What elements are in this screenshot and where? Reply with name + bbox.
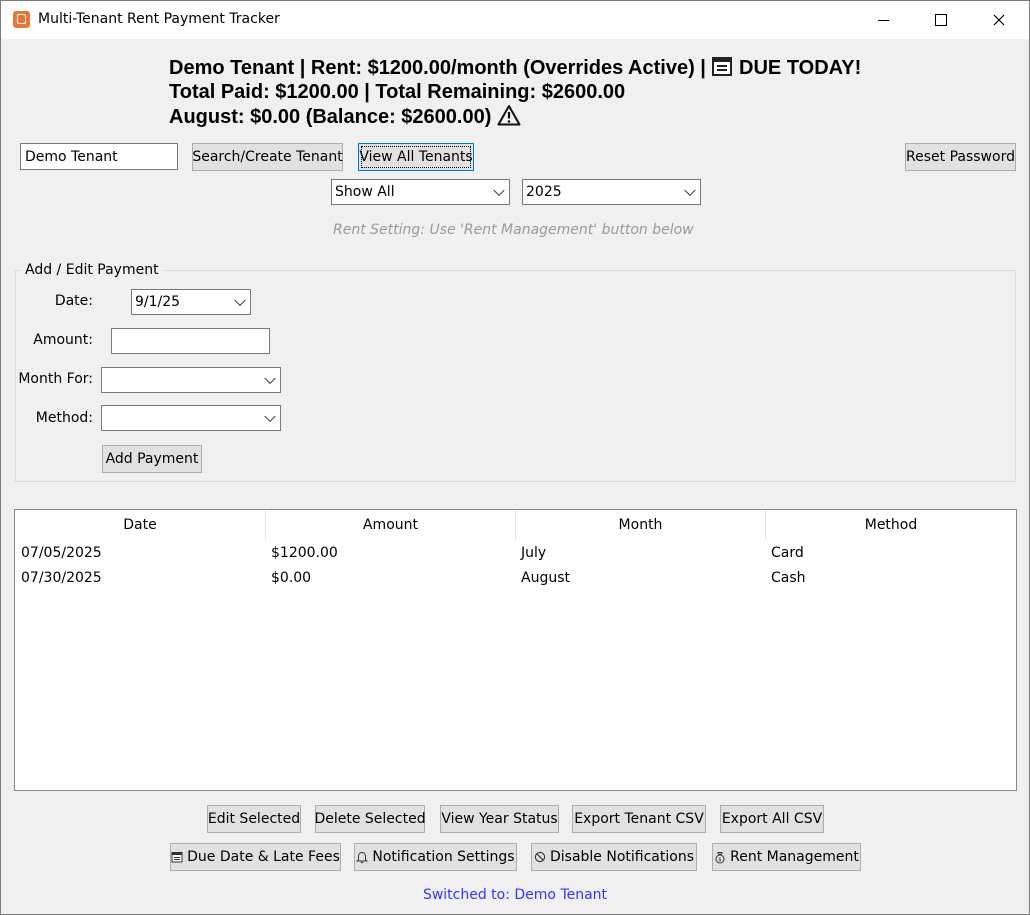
summary-line-rent: Demo Tenant | Rent: $1200.00/month (Over… <box>169 55 861 80</box>
app-logo-icon <box>13 11 30 28</box>
month-for-label: Month For: <box>18 371 93 387</box>
year-select[interactable]: 2025 <box>522 179 701 205</box>
calendar-icon <box>171 852 183 863</box>
warning-icon <box>497 105 521 126</box>
minimize-button[interactable] <box>854 1 912 39</box>
rent-summary-text: Demo Tenant | Rent: $1200.00/month (Over… <box>169 57 706 79</box>
date-label: Date: <box>54 293 93 309</box>
disable-notifications-button[interactable]: Disable Notifications <box>531 843 697 871</box>
month-for-select[interactable] <box>101 367 281 393</box>
cell-date: 07/05/2025 <box>21 544 102 561</box>
svg-text:$: $ <box>718 857 722 863</box>
search-create-tenant-button[interactable]: Search/Create Tenant <box>192 143 343 171</box>
summary-line-month: August: $0.00 (Balance: $2600.00) <box>169 104 861 129</box>
cell-month: July <box>521 544 547 561</box>
cell-amount: $0.00 <box>271 569 312 586</box>
cell-amount: $1200.00 <box>271 544 338 561</box>
column-header-amount[interactable]: Amount <box>266 510 516 540</box>
amount-label: Amount: <box>33 332 93 348</box>
month-balance-text: August: $0.00 (Balance: $2600.00) <box>169 106 492 128</box>
table-row[interactable]: 07/30/2025 $0.00 August Cash <box>15 565 1016 590</box>
add-payment-button[interactable]: Add Payment <box>102 445 202 473</box>
disable-notifications-label: Disable Notifications <box>549 849 694 865</box>
window-title: Multi-Tenant Rent Payment Tracker <box>38 11 280 27</box>
calendar-icon <box>712 57 733 76</box>
chevron-down-icon <box>234 294 246 307</box>
method-label: Method: <box>35 410 93 426</box>
payments-table[interactable]: Date Amount Month Method 07/05/2025 $120… <box>14 509 1017 791</box>
column-header-method[interactable]: Method <box>766 510 1016 540</box>
close-icon <box>993 14 1005 26</box>
export-tenant-csv-button[interactable]: Export Tenant CSV <box>572 805 706 833</box>
chevron-down-icon <box>684 184 696 197</box>
delete-selected-button[interactable]: Delete Selected <box>314 805 426 833</box>
reset-password-button[interactable]: Reset Password <box>905 143 1016 171</box>
due-date-late-fees-label: Due Date & Late Fees <box>187 849 340 865</box>
summary-line-totals: Total Paid: $1200.00 | Total Remaining: … <box>169 81 626 103</box>
chevron-down-icon <box>493 184 505 197</box>
cell-month: August <box>521 569 570 586</box>
status-message: Switched to: Demo Tenant <box>422 887 608 903</box>
group-title: Add / Edit Payment <box>21 262 163 278</box>
maximize-button[interactable] <box>912 1 970 39</box>
date-picker[interactable]: 9/1/25 <box>131 289 251 315</box>
edit-selected-button[interactable]: Edit Selected <box>207 805 301 833</box>
filter-select-value: Show All <box>335 184 395 200</box>
bell-icon <box>356 851 369 863</box>
year-select-value: 2025 <box>526 184 562 200</box>
due-date-late-fees-button[interactable]: Due Date & Late Fees <box>170 843 341 871</box>
cell-date: 07/30/2025 <box>21 569 102 586</box>
view-all-tenants-button[interactable]: View All Tenants <box>358 143 474 171</box>
notification-settings-label: Notification Settings <box>372 849 515 865</box>
view-year-status-button[interactable]: View Year Status <box>440 805 559 833</box>
rent-setting-hint: Rent Setting: Use 'Rent Management' butt… <box>333 222 694 238</box>
column-header-date[interactable]: Date <box>15 510 266 540</box>
method-select[interactable] <box>101 405 281 431</box>
money-bag-icon: $ <box>715 851 725 863</box>
chevron-down-icon <box>264 410 276 423</box>
minimize-icon <box>877 19 889 21</box>
chevron-down-icon <box>264 372 276 385</box>
rent-management-label: Rent Management <box>730 849 859 865</box>
due-status-text: DUE TODAY! <box>739 57 862 79</box>
maximize-icon <box>935 14 947 26</box>
cell-method: Cash <box>771 569 806 586</box>
cell-method: Card <box>771 544 804 561</box>
title-bar[interactable]: Multi-Tenant Rent Payment Tracker <box>1 1 1029 39</box>
close-button[interactable] <box>970 1 1028 39</box>
prohibited-icon <box>534 851 546 863</box>
table-row[interactable]: 07/05/2025 $1200.00 July Card <box>15 540 1016 565</box>
summary-header: Demo Tenant | Rent: $1200.00/month (Over… <box>169 55 861 129</box>
export-all-csv-button[interactable]: Export All CSV <box>720 805 824 833</box>
column-header-month[interactable]: Month <box>516 510 766 540</box>
filter-select[interactable]: Show All <box>331 179 510 205</box>
amount-input[interactable] <box>111 328 270 354</box>
app-window: Multi-Tenant Rent Payment Tracker Demo T… <box>0 0 1030 915</box>
date-value: 9/1/25 <box>135 294 181 310</box>
rent-management-button[interactable]: $ Rent Management <box>712 843 861 871</box>
notification-settings-button[interactable]: Notification Settings <box>354 843 517 871</box>
tenant-name-input[interactable]: Demo Tenant <box>20 143 178 170</box>
